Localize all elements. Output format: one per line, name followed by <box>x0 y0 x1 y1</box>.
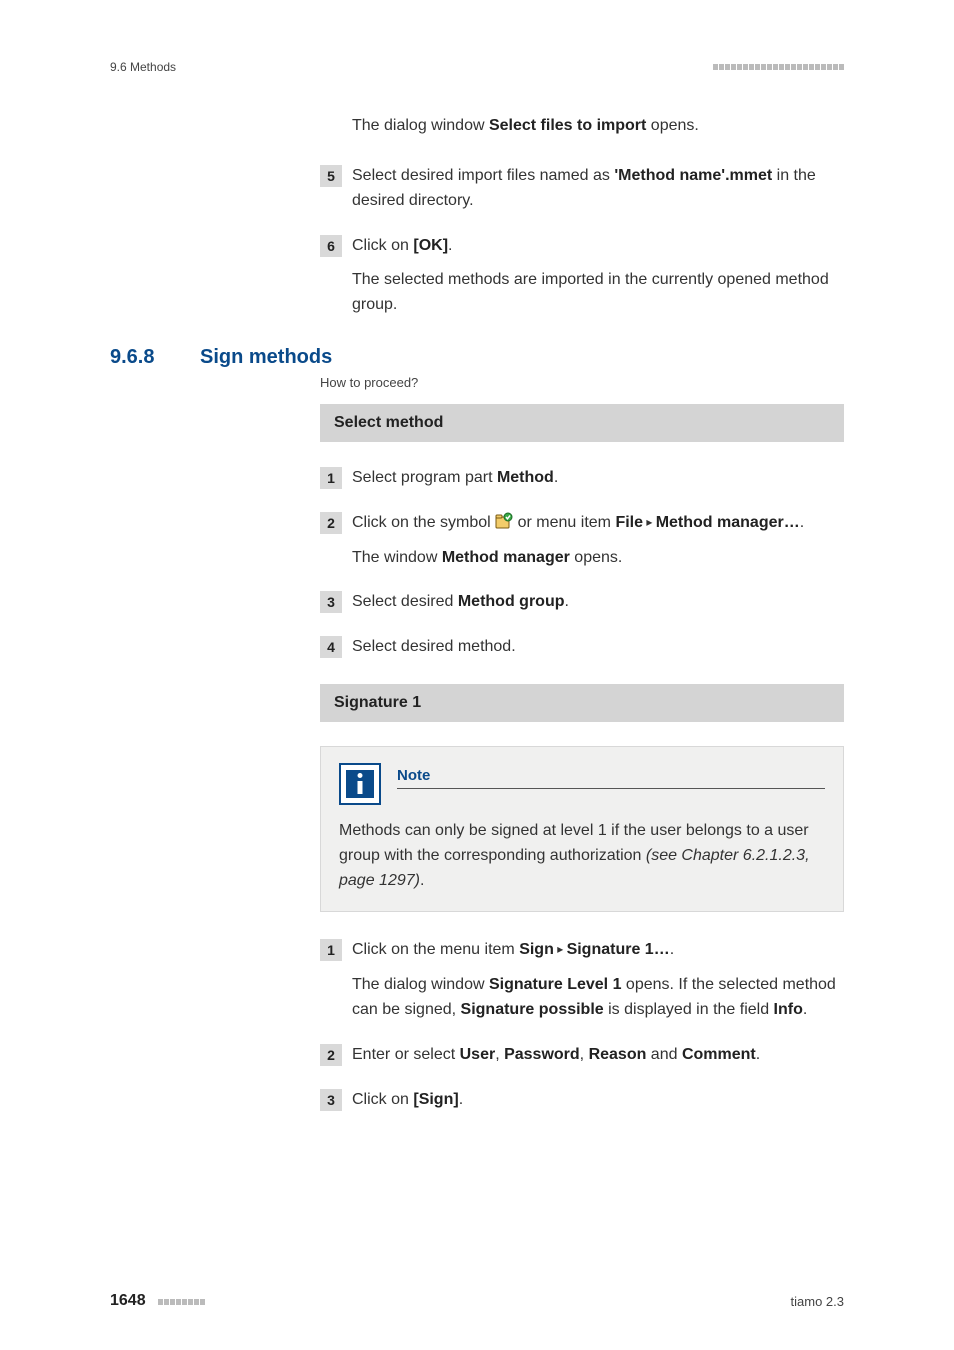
step-body: Select desired method. <box>352 635 844 660</box>
note-text: Methods can only be signed at level 1 if… <box>339 819 825 893</box>
step-number: 1 <box>320 939 342 961</box>
header-ticks <box>713 64 844 70</box>
step-body: Click on [Sign]. <box>352 1088 844 1113</box>
step-body: Enter or select User, Password, Reason a… <box>352 1043 844 1068</box>
subsection-signature-1: Signature 1 <box>320 684 844 722</box>
select-method-step-2: 2 Click on the symbol or menu item File … <box>320 511 844 571</box>
step-body: Select desired Method group. <box>352 590 844 615</box>
signature-step-2: 2 Enter or select User, Password, Reason… <box>320 1043 844 1068</box>
footer-ticks <box>158 1299 205 1305</box>
product-name: tiamo 2.3 <box>791 1294 844 1309</box>
step-body: Select desired import files named as 'Me… <box>352 164 844 214</box>
note-title: Note <box>397 767 825 789</box>
note-box: Note Methods can only be signed at level… <box>320 746 844 912</box>
step-body: Click on the symbol or menu item File ▸ … <box>352 511 844 571</box>
step-number: 1 <box>320 467 342 489</box>
step-number: 6 <box>320 235 342 257</box>
step-number: 5 <box>320 165 342 187</box>
step-body: Select program part Method. <box>352 466 844 491</box>
page-header: 9.6 Methods <box>110 60 844 74</box>
step-5: 5 Select desired import files named as '… <box>320 164 844 214</box>
step-number: 3 <box>320 1089 342 1111</box>
section-reference: 9.6 Methods <box>110 60 176 74</box>
step-body: Click on the menu item Sign ▸ Signature … <box>352 938 844 1022</box>
step-6: 6 Click on [OK]. The selected methods ar… <box>320 234 844 318</box>
page-number: 1648 <box>110 1292 146 1309</box>
section-title: Sign methods <box>200 346 332 369</box>
select-method-step-4: 4 Select desired method. <box>320 635 844 660</box>
page-footer: 1648 tiamo 2.3 <box>110 1292 844 1310</box>
method-manager-icon <box>495 512 513 530</box>
step-number: 3 <box>320 591 342 613</box>
prev-step-result: The dialog window Select files to import… <box>352 114 844 138</box>
signature-step-1: 1 Click on the menu item Sign ▸ Signatur… <box>320 938 844 1022</box>
step-number: 2 <box>320 1044 342 1066</box>
select-method-step-1: 1 Select program part Method. <box>320 466 844 491</box>
howto-label: How to proceed? <box>320 375 844 390</box>
section-number: 9.6.8 <box>110 346 200 369</box>
select-method-step-3: 3 Select desired Method group. <box>320 590 844 615</box>
info-icon <box>339 763 381 805</box>
step-body: Click on [OK]. The selected methods are … <box>352 234 844 318</box>
subsection-select-method: Select method <box>320 404 844 442</box>
signature-step-3: 3 Click on [Sign]. <box>320 1088 844 1113</box>
step-number: 4 <box>320 636 342 658</box>
section-header: 9.6.8 Sign methods <box>110 346 844 369</box>
step-number: 2 <box>320 512 342 534</box>
